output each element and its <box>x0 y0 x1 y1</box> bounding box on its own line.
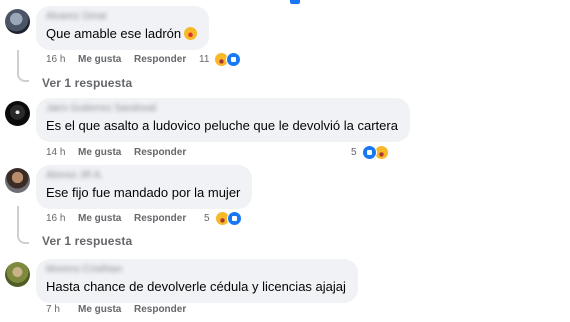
reaction-count: 5 <box>351 147 357 158</box>
reply-button[interactable]: Responder <box>134 304 186 315</box>
comment-text: Es el que asalto a ludovico peluche que … <box>46 118 398 133</box>
comment-text: Hasta chance de devolverle cédula y lice… <box>46 279 346 294</box>
comment-actions: 14 h Me gusta Responder <box>46 147 186 158</box>
reaction-summary[interactable]: 11 <box>199 52 242 67</box>
reply-button[interactable]: Responder <box>134 54 186 65</box>
author-name[interactable]: Jairo Gutierrez Sandoval <box>46 103 398 115</box>
author-name[interactable]: Alonso JR A. <box>46 170 240 182</box>
reaction-count: 11 <box>199 54 210 65</box>
comment-actions: 16 h Me gusta Responder <box>46 54 186 65</box>
like-button[interactable]: Me gusta <box>78 147 134 158</box>
timestamp[interactable]: 16 h <box>46 54 78 65</box>
thread-connector <box>17 206 29 244</box>
like-icon <box>226 211 242 226</box>
author-name[interactable]: Alvarez Omar <box>46 11 197 23</box>
thread-connector <box>17 50 29 82</box>
timestamp[interactable]: 16 h <box>46 213 78 224</box>
comment-bubble: Alvarez Omar Que amable ese ladrón <box>36 6 210 50</box>
view-replies-link[interactable]: Ver 1 respuesta <box>42 76 132 90</box>
reaction-count: 5 <box>204 213 210 224</box>
avatar[interactable] <box>5 101 30 126</box>
reaction-summary[interactable]: 5 <box>204 211 242 226</box>
laughing-emoji-icon <box>184 27 198 40</box>
timestamp[interactable]: 14 h <box>46 147 78 158</box>
view-replies-link[interactable]: Ver 1 respuesta <box>42 234 132 248</box>
scroll-indicator <box>290 0 300 4</box>
like-icon <box>361 145 377 160</box>
like-button[interactable]: Me gusta <box>78 54 134 65</box>
comment-bubble: Alonso JR A. Ese fijo fue mandado por la… <box>36 165 253 209</box>
reply-button[interactable]: Responder <box>134 147 186 158</box>
timestamp[interactable]: 7 h <box>46 304 78 315</box>
like-icon <box>226 52 242 67</box>
reply-button[interactable]: Responder <box>134 213 186 224</box>
comment-bubble: Moreno Cristhian Hasta chance de devolve… <box>36 259 358 303</box>
reaction-summary[interactable]: 5 <box>351 145 389 160</box>
avatar[interactable] <box>5 168 30 193</box>
like-button[interactable]: Me gusta <box>78 304 134 315</box>
comment-actions: 16 h Me gusta Responder <box>46 213 186 224</box>
avatar[interactable] <box>5 9 30 34</box>
comment-actions: 7 h Me gusta Responder <box>46 304 186 315</box>
comment-text: Que amable ese ladrón <box>46 25 198 43</box>
author-name[interactable]: Moreno Cristhian <box>46 264 346 276</box>
avatar[interactable] <box>5 262 30 287</box>
like-button[interactable]: Me gusta <box>78 213 134 224</box>
comment-bubble: Jairo Gutierrez Sandoval Es el que asalt… <box>36 98 410 142</box>
comment-text: Ese fijo fue mandado por la mujer <box>46 185 241 200</box>
